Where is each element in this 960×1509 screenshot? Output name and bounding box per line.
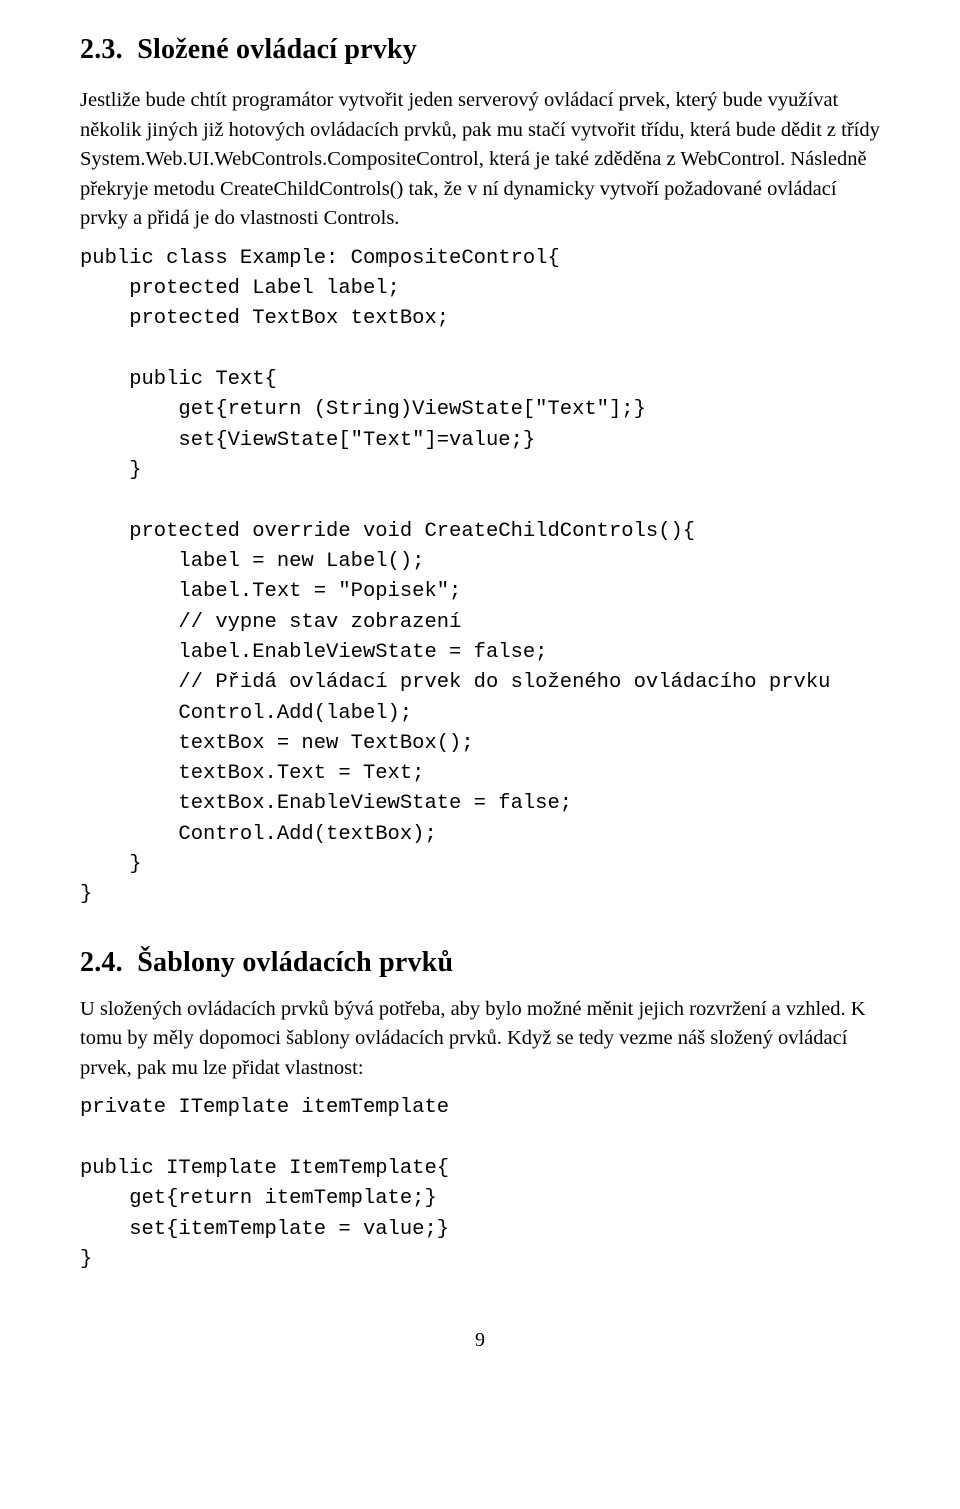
page-number: 9 — [80, 1329, 880, 1352]
code-line: label.EnableViewState = false; — [80, 641, 547, 664]
code-line: get{return (String)ViewState["Text"];} — [80, 398, 646, 421]
heading-title: Složené ovládací prvky — [137, 34, 417, 65]
heading-title: Šablony ovládacích prvků — [137, 947, 453, 978]
heading-2-3: 2.3. Složené ovládací prvky — [80, 34, 880, 66]
sec24-para1: U složených ovládacích prvků bývá potřeb… — [80, 995, 880, 1084]
code-line: set{itemTemplate = value;} — [80, 1218, 449, 1241]
code-line: Control.Add(textBox); — [80, 823, 437, 846]
code-line: textBox = new TextBox(); — [80, 732, 474, 755]
code-line: } — [80, 1248, 92, 1271]
code-line: } — [80, 459, 142, 482]
code-block-1: public class Example: CompositeControl{ … — [80, 244, 880, 911]
code-line: private ITemplate itemTemplate — [80, 1096, 449, 1119]
sec23-para1: Jestliže bude chtít programátor vytvořit… — [80, 86, 880, 234]
code-line: textBox.Text = Text; — [80, 762, 424, 785]
code-line: protected override void CreateChildContr… — [80, 520, 695, 543]
code-line: protected TextBox textBox; — [80, 307, 449, 330]
code-line: protected Label label; — [80, 277, 400, 300]
code-line: public class Example: CompositeControl{ — [80, 247, 560, 270]
code-line: get{return itemTemplate;} — [80, 1187, 437, 1210]
code-line: set{ViewState["Text"]=value;} — [80, 429, 535, 452]
code-line: label = new Label(); — [80, 550, 424, 573]
code-line: label.Text = "Popisek"; — [80, 580, 461, 603]
code-line: // vypne stav zobrazení — [80, 611, 461, 634]
heading-2-4: 2.4. Šablony ovládacích prvků — [80, 947, 880, 979]
heading-number: 2.4. — [80, 947, 123, 978]
code-line: } — [80, 853, 142, 876]
code-line: // Přidá ovládací prvek do složeného ovl… — [80, 671, 830, 694]
code-line: public ITemplate ItemTemplate{ — [80, 1157, 449, 1180]
code-block-2: private ITemplate itemTemplate public IT… — [80, 1093, 880, 1275]
code-line: } — [80, 883, 92, 906]
heading-number: 2.3. — [80, 34, 123, 65]
page: 2.3. Složené ovládací prvky Jestliže bud… — [0, 0, 960, 1392]
code-line: textBox.EnableViewState = false; — [80, 792, 572, 815]
code-line: Control.Add(label); — [80, 702, 412, 725]
code-line: public Text{ — [80, 368, 277, 391]
